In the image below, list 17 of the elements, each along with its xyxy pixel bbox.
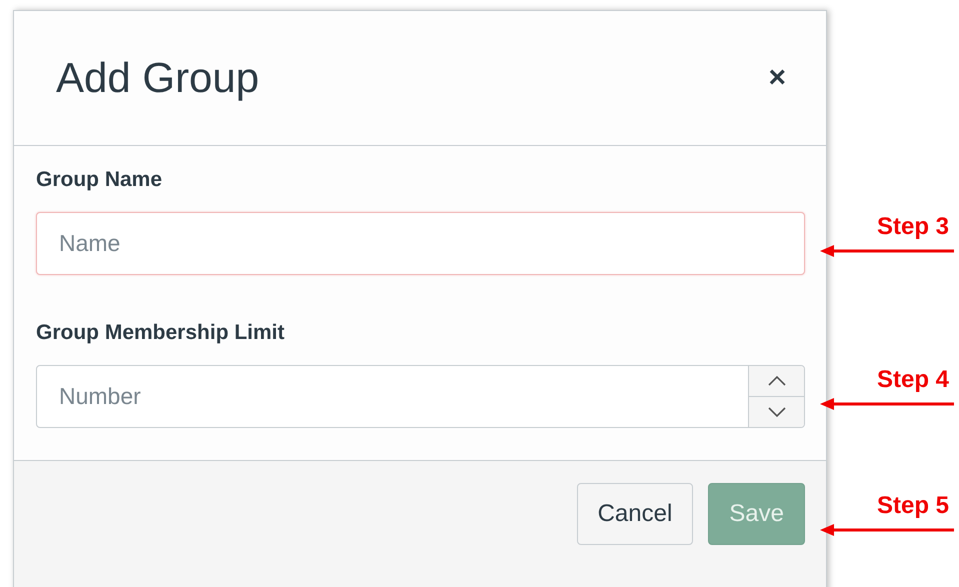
field-label: Group Membership Limit [36,321,286,345]
field-label: Group Name [36,168,164,192]
input-field[interactable]: Name [36,212,805,275]
decrement-button[interactable] [749,396,804,427]
arrow-icon [820,524,954,536]
increment-button[interactable] [749,366,804,396]
dialog-title: Add Group [56,54,260,102]
input-field[interactable]: Number [36,365,805,428]
chevron-down-icon [766,406,786,418]
arrow-icon [820,244,954,256]
close-button[interactable]: × [768,61,786,95]
step-label: Step 3 [876,212,949,240]
step-label: Step 5 [876,492,949,520]
cancel-button[interactable]: Cancel [576,483,694,545]
step-label: Step 4 [876,366,949,394]
chevron-up-icon [766,375,786,387]
arrow-icon [820,398,954,410]
